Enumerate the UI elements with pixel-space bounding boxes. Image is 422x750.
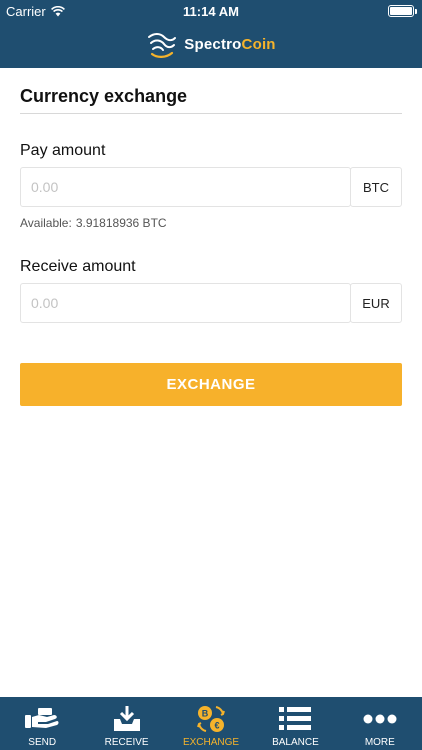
svg-text:€: €: [215, 721, 220, 731]
brand-logo: SpectroCoin: [0, 26, 422, 62]
available-label: Available:: [20, 216, 72, 230]
battery-icon: [388, 5, 417, 17]
tab-receive-label: RECEIVE: [104, 737, 149, 748]
balance-list-icon: [279, 707, 312, 730]
exchange-form: Currency exchange Pay amount BTC Availab…: [20, 68, 402, 406]
receive-amount-label: Receive amount: [20, 258, 136, 275]
pay-amount-row: BTC: [20, 167, 402, 207]
tab-send[interactable]: SEND: [0, 697, 84, 750]
tab-balance-label: BALANCE: [272, 737, 319, 748]
app-header: Carrier 11:14 AM SpectroCoin: [0, 0, 422, 68]
exchange-button[interactable]: EXCHANGE: [20, 363, 402, 406]
tab-exchange-label: EXCHANGE: [182, 737, 240, 748]
tab-exchange[interactable]: B € EXCHANGE: [169, 697, 253, 750]
receive-amount-row: EUR: [20, 283, 402, 323]
brand-name-part2: Coin: [241, 35, 276, 53]
tab-receive[interactable]: RECEIVE: [84, 697, 168, 750]
tab-more-label: MORE: [364, 737, 395, 748]
status-time: 11:14 AM: [183, 4, 239, 19]
page-title: Currency exchange: [20, 86, 402, 114]
available-value: 3.91818936 BTC: [75, 216, 167, 230]
tab-balance[interactable]: BALANCE: [253, 697, 337, 750]
tab-send-label: SEND: [28, 737, 57, 748]
spectrocoin-logo-icon: [148, 33, 177, 58]
pay-amount-input[interactable]: [20, 167, 351, 207]
brand-name-part1: Spectro: [184, 35, 242, 53]
available-balance: Available: 3.91818936 BTC: [20, 216, 402, 230]
bottom-tab-bar: SEND RECEIVE B € EXCHANGE BALANCE MORE: [0, 697, 422, 750]
brand-name: SpectroCoin: [184, 36, 275, 53]
receive-currency-selector[interactable]: EUR: [350, 283, 402, 323]
status-bar: Carrier 11:14 AM: [0, 0, 422, 22]
exchange-coins-icon: B €: [197, 706, 225, 732]
receive-amount-input[interactable]: [20, 283, 351, 323]
send-hand-icon: [25, 708, 59, 728]
pay-amount-label: Pay amount: [20, 142, 106, 159]
more-dots-icon: [363, 714, 397, 724]
pay-currency-selector[interactable]: BTC: [350, 167, 402, 207]
svg-text:B: B: [202, 709, 209, 719]
tab-more[interactable]: MORE: [338, 697, 422, 750]
receive-tray-icon: [113, 706, 140, 731]
